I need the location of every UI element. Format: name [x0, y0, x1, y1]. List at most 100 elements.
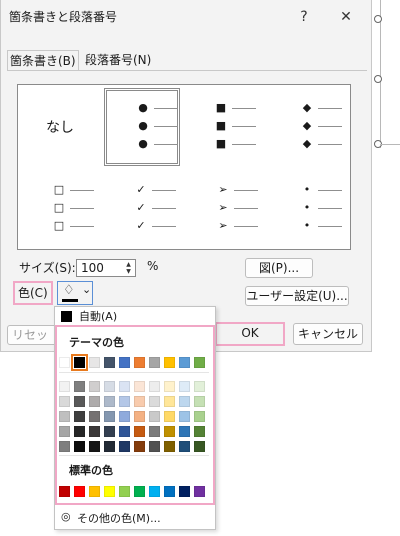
theme-shade-swatch[interactable]: [179, 441, 190, 452]
color-picker-button[interactable]: ♢ ⌄: [57, 281, 93, 305]
theme-shade-swatch[interactable]: [74, 411, 85, 422]
theme-shade-swatch[interactable]: [59, 381, 70, 392]
picture-button[interactable]: 図(P)...: [245, 258, 313, 278]
theme-shade-swatch[interactable]: [74, 381, 85, 392]
theme-divider: [59, 372, 209, 373]
close-button[interactable]: ✕: [335, 7, 357, 27]
standard-color-swatch[interactable]: [149, 486, 160, 497]
bullet-line: [318, 208, 342, 209]
tab-numbering[interactable]: 段落番号(N): [85, 50, 151, 70]
theme-shade-swatch[interactable]: [179, 411, 190, 422]
ok-button[interactable]: OK: [219, 325, 281, 343]
theme-shade-swatch[interactable]: [89, 441, 100, 452]
theme-shade-swatch[interactable]: [179, 381, 190, 392]
bullet-line: [154, 126, 178, 127]
theme-shade-swatch[interactable]: [194, 426, 205, 437]
theme-color-swatch[interactable]: [104, 357, 115, 368]
theme-shade-swatch[interactable]: [164, 396, 175, 407]
bullet-line: [154, 144, 178, 145]
theme-shade-swatch[interactable]: [74, 441, 85, 452]
theme-color-swatch[interactable]: [134, 357, 145, 368]
reset-button[interactable]: リセット(: [7, 325, 59, 345]
theme-shade-swatch[interactable]: [59, 441, 70, 452]
theme-shade-swatch[interactable]: [74, 426, 85, 437]
cancel-button[interactable]: キャンセル: [293, 323, 363, 345]
theme-shade-swatch[interactable]: [89, 381, 100, 392]
theme-shade-swatch[interactable]: [89, 411, 100, 422]
theme-color-swatch[interactable]: [119, 357, 130, 368]
theme-shade-swatch[interactable]: [164, 441, 175, 452]
theme-shade-swatch[interactable]: [134, 381, 145, 392]
theme-shade-swatch[interactable]: [104, 426, 115, 437]
theme-shade-swatch[interactable]: [119, 396, 130, 407]
spin-up-icon[interactable]: ▲: [123, 261, 134, 268]
size-spinner[interactable]: 100 ▲ ▼: [76, 259, 136, 277]
custom-button[interactable]: ユーザー設定(U)...: [245, 286, 349, 306]
size-value[interactable]: 100: [81, 260, 104, 276]
theme-shade-swatch[interactable]: [179, 396, 190, 407]
theme-color-swatch[interactable]: [194, 357, 205, 368]
bullet-line: [154, 108, 178, 109]
theme-shade-swatch[interactable]: [74, 396, 85, 407]
theme-shade-swatch[interactable]: [149, 381, 160, 392]
theme-shade-swatch[interactable]: [194, 411, 205, 422]
theme-shade-swatch[interactable]: [104, 441, 115, 452]
standard-color-swatch[interactable]: [59, 486, 70, 497]
theme-shade-swatch[interactable]: [194, 381, 205, 392]
theme-shade-swatch[interactable]: [104, 411, 115, 422]
theme-color-swatch[interactable]: [59, 357, 70, 368]
theme-shade-swatch[interactable]: [134, 396, 145, 407]
help-button[interactable]: ?: [293, 7, 315, 27]
theme-shade-swatch[interactable]: [164, 381, 175, 392]
color-dropdown: 自動(A) テーマの色 標準の色 ◎ その他の色(M)...: [54, 306, 216, 530]
resize-handle-middle[interactable]: [374, 75, 382, 83]
resize-handle-top[interactable]: [374, 15, 382, 23]
bullet-none-label[interactable]: なし: [46, 117, 74, 137]
theme-color-swatch[interactable]: [164, 357, 175, 368]
theme-shade-swatch[interactable]: [89, 396, 100, 407]
bullet-glyph: ■: [215, 119, 227, 132]
theme-shade-swatch[interactable]: [59, 396, 70, 407]
theme-shade-swatch[interactable]: [164, 411, 175, 422]
theme-shade-swatch[interactable]: [134, 426, 145, 437]
theme-color-swatch[interactable]: [89, 357, 100, 368]
tab-bullets[interactable]: 箇条書き(B): [7, 50, 79, 71]
standard-color-swatch[interactable]: [119, 486, 130, 497]
theme-shade-swatch[interactable]: [149, 441, 160, 452]
theme-shade-swatch[interactable]: [149, 396, 160, 407]
theme-shade-swatch[interactable]: [119, 411, 130, 422]
theme-color-swatch[interactable]: [71, 354, 88, 371]
theme-shade-swatch[interactable]: [59, 426, 70, 437]
bullet-glyph: ■: [215, 101, 227, 114]
theme-shade-swatch[interactable]: [149, 411, 160, 422]
standard-color-swatch[interactable]: [194, 486, 205, 497]
standard-color-swatch[interactable]: [134, 486, 145, 497]
theme-color-swatch[interactable]: [179, 357, 190, 368]
standard-color-swatch[interactable]: [164, 486, 175, 497]
theme-shade-swatch[interactable]: [194, 441, 205, 452]
theme-shade-swatch[interactable]: [149, 426, 160, 437]
theme-shade-swatch[interactable]: [194, 396, 205, 407]
theme-shade-swatch[interactable]: [179, 426, 190, 437]
theme-shade-swatch[interactable]: [89, 426, 100, 437]
theme-shade-swatch[interactable]: [119, 381, 130, 392]
theme-shade-swatch[interactable]: [119, 426, 130, 437]
automatic-color-option[interactable]: 自動(A): [57, 309, 207, 325]
standard-color-swatch[interactable]: [74, 486, 85, 497]
bullet-line: [318, 108, 342, 109]
theme-shade-swatch[interactable]: [164, 426, 175, 437]
theme-shade-swatch[interactable]: [119, 441, 130, 452]
theme-shade-swatch[interactable]: [59, 411, 70, 422]
size-label: サイズ(S):: [19, 261, 76, 275]
spin-down-icon[interactable]: ▼: [123, 268, 134, 275]
standard-color-swatch[interactable]: [89, 486, 100, 497]
standard-color-swatch[interactable]: [104, 486, 115, 497]
more-colors-option[interactable]: ◎ その他の色(M)...: [57, 509, 207, 527]
theme-shade-swatch[interactable]: [134, 411, 145, 422]
theme-shade-swatch[interactable]: [134, 441, 145, 452]
theme-color-swatch[interactable]: [149, 357, 160, 368]
theme-shade-swatch[interactable]: [104, 396, 115, 407]
theme-shade-swatch[interactable]: [104, 381, 115, 392]
standard-color-swatch[interactable]: [179, 486, 190, 497]
bullet-line: [318, 126, 342, 127]
